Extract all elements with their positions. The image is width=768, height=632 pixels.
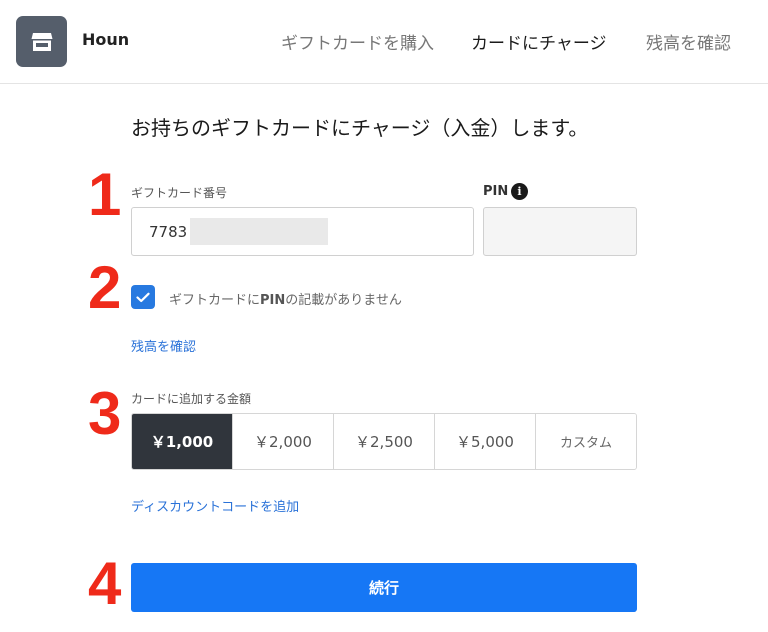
info-icon[interactable]: i <box>511 183 528 200</box>
amount-option-2500[interactable]: ￥2,500 <box>333 414 434 469</box>
store-name: Houn <box>82 30 130 49</box>
card-number-redaction <box>190 218 328 245</box>
nav-buy-gift-card[interactable]: ギフトカードを購入 <box>281 29 434 54</box>
nav-charge-card[interactable]: カードにチャージ <box>471 29 607 54</box>
add-discount-code-link[interactable]: ディスカウントコードを追加 <box>131 496 299 515</box>
store-logo[interactable] <box>16 16 67 67</box>
step-number-1: 1 <box>88 161 122 228</box>
storefront-icon <box>31 32 52 51</box>
card-number-value: 7783 <box>149 223 188 241</box>
step-number-3: 3 <box>88 380 122 447</box>
amount-selector: ￥1,000 ￥2,000 ￥2,500 ￥5,000 カスタム <box>131 413 637 470</box>
amount-label: カードに追加する金額 <box>131 392 252 406</box>
pin-input[interactable] <box>483 207 637 256</box>
card-number-input[interactable]: 7783 <box>131 207 474 256</box>
nav-check-balance[interactable]: 残高を確認 <box>646 29 731 54</box>
amount-option-5000[interactable]: ￥5,000 <box>434 414 535 469</box>
card-number-label: ギフトカード番号 <box>131 186 228 200</box>
pin-label: PIN <box>483 184 509 199</box>
no-pin-label[interactable]: ギフトカードにPINの記載がありません <box>169 289 402 308</box>
header-bar: Houn ギフトカードを購入 カードにチャージ 残高を確認 <box>0 0 768 84</box>
no-pin-label-pre: ギフトカードに <box>169 293 261 308</box>
amount-option-2000[interactable]: ￥2,000 <box>232 414 333 469</box>
step-number-4: 4 <box>88 550 122 617</box>
amount-option-1000[interactable]: ￥1,000 <box>132 414 232 469</box>
no-pin-checkbox[interactable] <box>131 285 155 309</box>
step-number-2: 2 <box>88 254 122 321</box>
no-pin-label-post: の記載がありません <box>285 293 402 308</box>
continue-button[interactable]: 続行 <box>131 563 637 612</box>
amount-option-custom[interactable]: カスタム <box>535 414 636 469</box>
check-balance-link[interactable]: 残高を確認 <box>131 336 196 355</box>
no-pin-label-bold: PIN <box>260 293 286 308</box>
page-heading: お持ちのギフトカードにチャージ（入金）します。 <box>131 116 589 140</box>
checkmark-icon <box>136 292 150 302</box>
